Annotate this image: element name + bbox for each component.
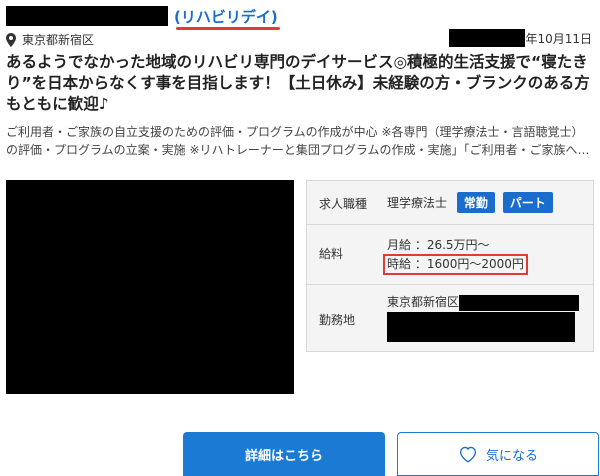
job-description: ご利用者・ご家族の自立支援のための評価・プログラムの作成が中心 ※各専門（理学療… xyxy=(6,125,590,157)
workplace-value: 東京都新宿区 xyxy=(387,295,460,309)
location: 東京都新宿区 xyxy=(6,31,94,48)
redacted-address-1 xyxy=(459,294,580,311)
job-info-table: 求人職種 理学療法士 常勤 パート 給料 月給 ：26.5万円～ 時給 ：160… xyxy=(306,180,594,352)
map-pin-icon xyxy=(6,32,16,47)
salary-body: 月給 ：26.5万円～ 時給 ：1600円～2000円 xyxy=(383,237,528,275)
job-photo[interactable] xyxy=(6,180,294,394)
company-line: (リハビリデイ) xyxy=(6,4,280,30)
salary-label: 給料 xyxy=(319,247,344,261)
company-name: (リハビリデイ) xyxy=(174,7,278,26)
post-date: 年10月11日 xyxy=(449,29,592,47)
job-type-label: 求人職種 xyxy=(319,197,368,211)
job-type-value: 理学療法士 xyxy=(387,196,448,210)
redacted-year xyxy=(449,29,526,47)
date-text: 年10月11日 xyxy=(525,31,592,46)
job-type-body: 理学療法士 常勤 パート xyxy=(387,192,553,213)
heart-icon xyxy=(459,446,477,463)
salary-monthly: 月給 ：26.5万円～ xyxy=(387,238,490,252)
redacted-company-prefix xyxy=(6,6,168,26)
red-underline-annotation xyxy=(176,26,280,30)
job-type-row: 求人職種 理学療法士 常勤 パート xyxy=(307,181,593,225)
badge-parttime: パート xyxy=(502,192,553,213)
workplace-label: 勤務地 xyxy=(319,313,356,327)
badge-fulltime: 常勤 xyxy=(456,192,495,213)
workplace-body: 東京都新宿区 xyxy=(387,293,580,311)
detail-button[interactable]: 詳細はこちら xyxy=(183,432,385,476)
location-text: 東京都新宿区 xyxy=(22,33,95,47)
company-name-link[interactable]: (リハビリデイ) xyxy=(174,6,280,30)
salary-row: 給料 月給 ：26.5万円～ 時給 ：1600円～2000円 xyxy=(307,225,593,285)
job-title-link[interactable]: あるようでなかった地域のリハビリ専門のデイサービス◎積極的生活支援で“寝たきり”… xyxy=(6,52,596,115)
favorite-label: 気になる xyxy=(485,447,538,463)
salary-hourly: 時給 ：1600円～2000円 xyxy=(383,254,528,275)
favorite-button[interactable]: 気になる xyxy=(397,432,599,476)
workplace-row: 勤務地 東京都新宿区 xyxy=(307,285,593,351)
redacted-address-2 xyxy=(387,312,575,342)
